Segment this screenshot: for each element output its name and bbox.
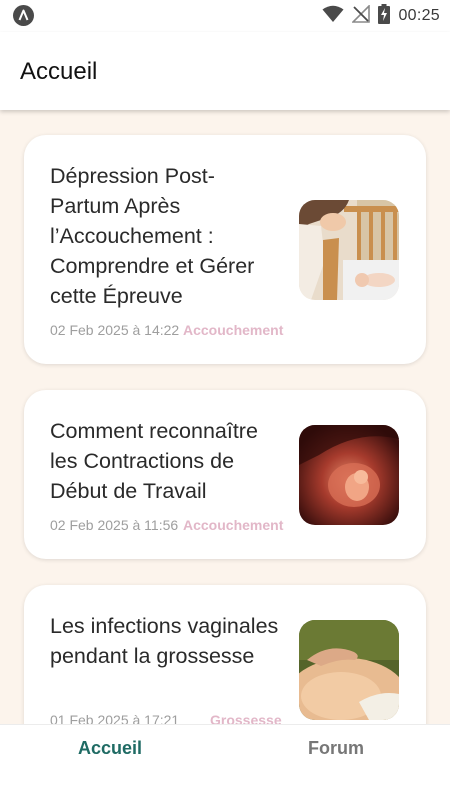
article-title: Les infections vaginales pendant la gros… [50,614,279,668]
status-time: 00:25 [398,7,440,24]
nav-forum-tab[interactable]: Forum [308,738,364,759]
article-category: Accouchement [183,322,284,338]
no-signal-icon [351,3,371,28]
article-thumbnail [299,200,399,300]
article-category: Accouchement [183,517,284,533]
app-launcher-icon [13,5,34,26]
nav-home-tab[interactable]: Accueil [78,738,142,759]
article-list[interactable]: Dépression Post-Partum Après l’Accouchem… [0,110,450,724]
bottom-navigation: Accueil Forum [0,724,450,800]
article-card[interactable]: Dépression Post-Partum Après l’Accouchem… [24,135,426,364]
article-title: Dépression Post-Partum Après l’Accouchem… [50,164,255,308]
wifi-icon [322,5,344,28]
article-date: 02 Feb 2025 à 14:22 [50,322,180,338]
article-thumbnail [299,425,399,525]
article-card[interactable]: Les infections vaginales pendant la gros… [24,585,426,724]
app-bar: Accueil [0,32,450,110]
article-date: 02 Feb 2025 à 11:56 [50,517,179,533]
article-category: Grossesse [210,712,282,724]
article-date: 01 Feb 2025 à 17:21 [50,712,180,724]
article-card[interactable]: Comment reconnaître les Contractions de … [24,390,426,559]
page-title: Accueil [20,58,98,85]
article-title: Comment reconnaître les Contractions de … [50,419,258,503]
status-bar: 00:25 [0,0,450,32]
battery-charging-icon [378,3,391,29]
article-thumbnail [299,620,399,720]
